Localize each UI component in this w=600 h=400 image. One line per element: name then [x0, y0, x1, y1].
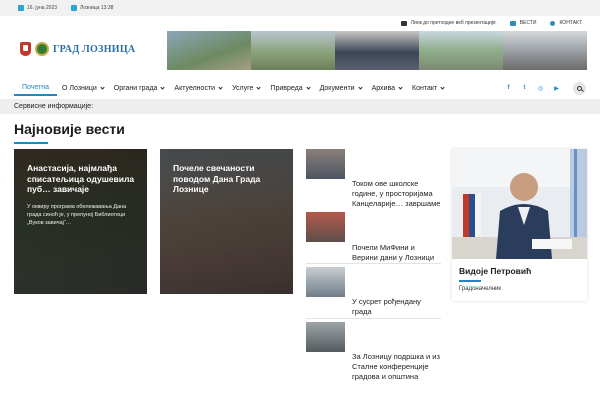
nav-item-documents[interactable]: Документи	[315, 80, 367, 96]
card-title: Анастасија, најмлађа списатељица одушеви…	[27, 163, 135, 195]
sitemap-icon	[400, 20, 407, 26]
title-underline	[14, 142, 48, 144]
mayor-card: Видоје Петровић Градоначелник	[452, 149, 587, 301]
chevron-down-icon	[218, 84, 223, 90]
nav-item-archive[interactable]: Архива	[367, 80, 407, 96]
city-emblem-icon	[35, 42, 49, 56]
news-title: У сусрет рођендану града	[352, 297, 421, 316]
nav-item-government[interactable]: Органи града	[109, 80, 170, 96]
youtube-icon[interactable]: ▶	[553, 85, 560, 92]
news-label: ВЕСТИ	[519, 20, 537, 26]
chevron-down-icon	[440, 84, 445, 90]
nav-item-home[interactable]: Почетна	[14, 80, 58, 96]
news-thumbnail	[306, 149, 345, 179]
chevron-down-icon	[398, 84, 403, 90]
news-thumbnail	[306, 212, 345, 242]
site-logo[interactable]: ГРАД ЛОЗНИЦА	[20, 42, 135, 56]
logo-text: ГРАД ЛОЗНИЦА	[53, 43, 136, 55]
nav-label: О Лозници	[62, 84, 97, 92]
clock-icon	[71, 5, 77, 11]
mayor-name: Видоје Петровић	[459, 266, 532, 276]
contact-label: КОНТАКТ	[559, 20, 582, 26]
nav-label: Архива	[371, 84, 395, 92]
chevron-down-icon	[100, 84, 105, 90]
facebook-icon[interactable]: f	[505, 85, 512, 91]
nav-label: Почетна	[22, 83, 50, 91]
mayor-photo	[452, 149, 587, 259]
weather-item: Лозница 13:38	[71, 5, 113, 11]
section-title: Најновије вести	[14, 121, 125, 137]
news-item-2[interactable]: Почели МиФини и Верини дани у Лозници	[306, 212, 441, 264]
contact-link[interactable]: КОНТАКТ	[550, 20, 582, 26]
banner-photo-square	[251, 31, 335, 70]
prev-site-link[interactable]: Линк до претходне веб презентације	[400, 20, 496, 26]
contact-icon	[550, 20, 556, 26]
news-thumbnail	[306, 267, 345, 297]
chevron-down-icon	[305, 84, 311, 90]
news-item-1[interactable]: Током ове школске године, у просторијама…	[306, 149, 441, 208]
social-links: f t ◎ ▶	[505, 80, 586, 96]
top-info-bar: 16. јуна 2023 Лозница 13:38	[0, 0, 600, 16]
banner-photo-industry	[419, 31, 503, 70]
nav-label: Привреда	[270, 84, 303, 92]
banner-photo-aerial	[167, 31, 251, 70]
nav-item-economy[interactable]: Привреда	[265, 80, 314, 96]
chevron-down-icon	[256, 84, 262, 90]
nav-item-about[interactable]: О Лозници	[57, 80, 109, 96]
nav-label: Органи града	[113, 84, 158, 92]
serbia-crest-icon	[20, 42, 31, 56]
nav-label: Актуелности	[174, 84, 216, 92]
nav-item-news[interactable]: Актуелности	[169, 80, 227, 96]
card-title: Почеле свечаности поводом Дана Града Лоз…	[173, 163, 261, 195]
service-info-label: Сервисне информације:	[14, 103, 94, 110]
search-button[interactable]	[573, 81, 586, 95]
card-excerpt: У оквиру програма обележавања Дана града…	[27, 204, 127, 226]
news-link[interactable]: ВЕСТИ	[509, 20, 537, 26]
city-time: Лозница 13:38	[80, 5, 114, 11]
nav-label: Услуге	[232, 84, 254, 92]
nav-label: Документи	[319, 84, 355, 92]
news-title: За Лозницу подршка и из Сталне конференц…	[352, 352, 440, 381]
twitter-icon[interactable]: t	[521, 85, 528, 91]
divider	[306, 318, 441, 319]
nav-label: Контакт	[412, 84, 438, 92]
main-nav: Почетна О Лозници Органи града Актуелнос…	[14, 80, 586, 96]
chevron-down-icon	[160, 84, 166, 90]
secondary-links: Линк до претходне веб презентације ВЕСТИ…	[400, 19, 582, 27]
newspaper-icon	[509, 20, 516, 26]
news-title: Током ове школске године, у просторијама…	[352, 179, 441, 208]
header-banner	[167, 31, 587, 70]
news-item-4[interactable]: За Лозницу подршка и из Сталне конференц…	[306, 322, 441, 381]
mayor-portrait-image	[452, 149, 587, 259]
date-item: 16. јуна 2023	[18, 5, 57, 11]
news-title: Почели МиФини и Верини дани у Лозници	[352, 243, 435, 262]
chevron-down-icon	[357, 84, 363, 90]
feature-card-2[interactable]: Почеле свечаности поводом Дана Града Лоз…	[160, 149, 293, 294]
feature-card-1[interactable]: Анастасија, најмлађа списатељица одушеви…	[14, 149, 147, 294]
divider	[306, 263, 441, 264]
news-thumbnail	[306, 322, 345, 352]
current-date: 16. јуна 2023	[27, 5, 58, 11]
calendar-icon	[18, 5, 24, 11]
service-info-bar: Сервисне информације:	[0, 99, 600, 114]
banner-photo-people	[335, 31, 419, 70]
search-icon	[577, 85, 582, 91]
mayor-role: Градоначелник	[459, 286, 501, 292]
banner-photo-official	[503, 31, 587, 70]
instagram-icon[interactable]: ◎	[537, 85, 544, 92]
nav-item-services[interactable]: Услуге	[227, 80, 265, 96]
prev-site-label: Линк до претходне веб презентације	[410, 20, 496, 26]
nav-item-contact[interactable]: Контакт	[407, 80, 449, 96]
news-item-3[interactable]: У сусрет рођендану града	[306, 267, 441, 319]
mayor-underline	[459, 280, 481, 282]
